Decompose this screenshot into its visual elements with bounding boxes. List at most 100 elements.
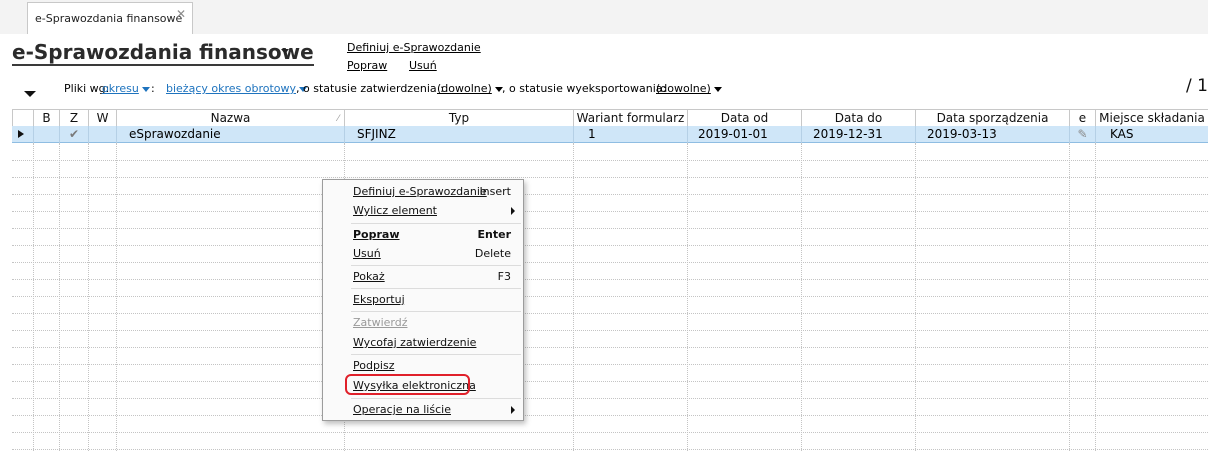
menu-item-label: Usuń <box>353 247 381 260</box>
cell-nazwa: eSprawozdanie <box>116 126 344 143</box>
edit-pen-icon: ✎ <box>1069 126 1095 143</box>
menu-item-shortcut: Delete <box>474 247 511 260</box>
grid-line <box>1095 143 1096 451</box>
export-status-label: , o statusie wyeksportowania: <box>502 82 667 95</box>
reports-table[interactable]: B Z W Nazwa ⁄ Typ Wariant formularz Data … <box>12 109 1208 451</box>
grid-line <box>12 381 1208 382</box>
header-b[interactable]: B <box>33 110 59 126</box>
menu-item-compute[interactable]: Wylicz element <box>323 201 523 220</box>
cell-data-sporzadzenia: 2019-03-13 <box>915 126 1069 143</box>
row-indicator <box>12 126 33 143</box>
header-data-sporzadzenia[interactable]: Data sporządzenia <box>915 110 1069 126</box>
filter-by-dropdown[interactable]: okresu <box>102 82 150 95</box>
cell-typ: SFJINZ <box>344 126 573 143</box>
menu-item-list-ops[interactable]: Operacje na liście <box>323 400 523 419</box>
header-nazwa[interactable]: Nazwa ⁄ <box>116 110 344 126</box>
filter-by-value: okresu <box>102 82 139 95</box>
menu-separator <box>351 398 521 399</box>
menu-item-shortcut: Enter <box>477 228 512 241</box>
header-wariant[interactable]: Wariant formularz <box>573 110 687 126</box>
context-menu: Definiuj e-Sprawozdanie Insert Wylicz el… <box>322 179 524 421</box>
header-data-od[interactable]: Data od <box>687 110 801 126</box>
define-report-link[interactable]: Definiuj e-Sprawozdanie <box>347 41 481 54</box>
check-icon: ✔ <box>59 126 88 143</box>
header-typ[interactable]: Typ <box>344 110 573 126</box>
menu-separator <box>351 265 521 266</box>
row-pointer-icon <box>18 130 24 138</box>
header-miejsce[interactable]: Miejsce składania <box>1095 110 1208 126</box>
submenu-arrow-icon <box>511 406 515 414</box>
menu-item-withdraw[interactable]: Wycofaj zatwierdzenie <box>323 333 523 352</box>
menu-item-edit[interactable]: Popraw Enter <box>323 225 523 244</box>
grid-line <box>12 194 1208 195</box>
tab-strip: e-Sprawozdania finansowe ✕ <box>0 0 1208 34</box>
cell-data-od: 2019-01-01 <box>687 126 801 143</box>
menu-separator <box>351 311 521 312</box>
menu-item-label: Podpisz <box>353 359 395 372</box>
cell-w <box>88 126 116 143</box>
filter-toggle-icon[interactable] <box>24 91 36 97</box>
edit-link[interactable]: Popraw <box>347 59 387 72</box>
grid-line <box>12 347 1208 348</box>
submenu-arrow-icon <box>511 207 515 215</box>
grid-line <box>12 330 1208 331</box>
menu-item-shortcut: Insert <box>479 185 511 198</box>
grid-line <box>801 143 802 451</box>
export-status-dropdown[interactable]: (dowolne) <box>656 82 722 95</box>
menu-item-define[interactable]: Definiuj e-Sprawozdanie Insert <box>323 182 523 201</box>
header-z[interactable]: Z <box>59 110 88 126</box>
table-row[interactable]: ✔ eSprawozdanie SFJINZ 1 2019-01-01 2019… <box>12 126 1208 143</box>
menu-item-shortcut: F3 <box>497 270 511 283</box>
menu-separator <box>351 354 521 355</box>
menu-item-label: Wylicz element <box>353 204 437 217</box>
page-title[interactable]: e-Sprawozdania finansowe <box>12 40 314 66</box>
cell-miejsce: KAS <box>1095 126 1208 143</box>
grid-line <box>12 160 1208 161</box>
close-icon[interactable]: ✕ <box>176 7 186 21</box>
menu-separator <box>351 223 521 224</box>
grid-line <box>687 143 688 451</box>
period-dropdown[interactable]: bieżący okres obrotowy <box>166 82 308 95</box>
tab-label: e-Sprawozdania finansowe <box>35 12 183 25</box>
header-e[interactable]: e <box>1069 110 1095 126</box>
approval-status-dropdown[interactable]: (dowolne) <box>437 82 503 95</box>
grid-line <box>573 143 574 451</box>
menu-item-label: Zatwierdź <box>353 316 408 329</box>
table-header: B Z W Nazwa ⁄ Typ Wariant formularz Data … <box>12 109 1208 127</box>
cell-b <box>33 126 59 143</box>
grid-line <box>12 262 1208 263</box>
grid-line <box>915 143 916 451</box>
grid-line <box>12 177 1208 178</box>
grid-line <box>12 364 1208 365</box>
header-data-do[interactable]: Data do <box>801 110 915 126</box>
grid-line <box>12 228 1208 229</box>
menu-item-show[interactable]: Pokaż F3 <box>323 267 523 286</box>
delete-link[interactable]: Usuń <box>409 59 437 72</box>
header-w[interactable]: W <box>88 110 116 126</box>
approval-status-label: , o statusie zatwierdzenia : <box>296 82 444 95</box>
grid-line <box>12 211 1208 212</box>
menu-item-delete[interactable]: Usuń Delete <box>323 244 523 263</box>
period-value: bieżący okres obrotowy <box>166 82 297 95</box>
grid-line <box>12 398 1208 399</box>
grid-line <box>88 143 89 451</box>
grid-line <box>1069 143 1070 451</box>
menu-item-export[interactable]: Eksportuj <box>323 290 523 309</box>
grid-line <box>12 279 1208 280</box>
grid-line <box>59 143 60 451</box>
menu-item-sign[interactable]: Podpisz <box>323 356 523 375</box>
grid-line <box>33 143 34 451</box>
chevron-down-icon[interactable] <box>281 49 289 54</box>
sort-icon: ⁄ <box>337 114 339 124</box>
menu-item-label: Pokaż <box>353 270 385 283</box>
menu-item-label: Wycofaj zatwierdzenie <box>353 336 477 349</box>
chevron-down-icon <box>713 86 722 92</box>
tab-e-sprawozdania[interactable]: e-Sprawozdania finansowe ✕ <box>27 2 193 34</box>
grid-line <box>12 245 1208 246</box>
export-status-value: (dowolne) <box>656 82 711 95</box>
menu-item-label: Definiuj e-Sprawozdanie <box>353 185 487 198</box>
menu-item-approve: Zatwierdź <box>323 313 523 332</box>
approval-status-value: (dowolne) <box>437 82 492 95</box>
page-count: / 1 <box>1186 76 1208 96</box>
menu-item-label: Operacje na liście <box>353 403 451 416</box>
